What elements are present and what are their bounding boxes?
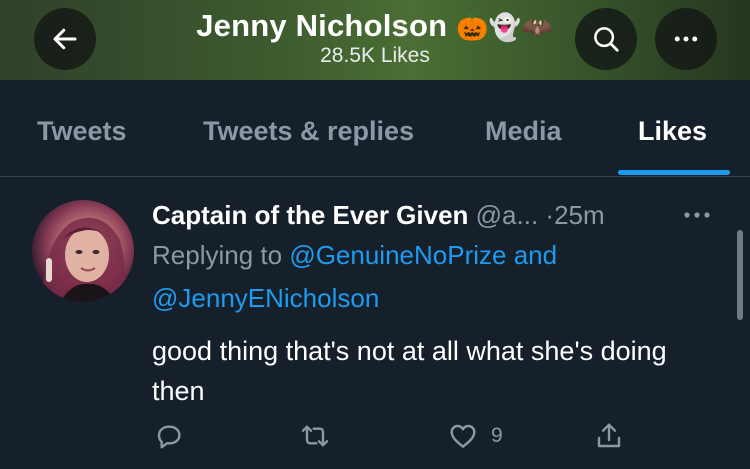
- tweet[interactable]: Captain of the Ever Given @a... ·25m Rep…: [0, 178, 750, 469]
- tab-likes[interactable]: Likes: [638, 116, 707, 147]
- profile-header: Jenny Nicholson 🎃👻🦇 28.5K Likes: [0, 0, 750, 80]
- likes-count: 28.5K Likes: [320, 44, 430, 67]
- meta-separator: ·: [545, 200, 555, 230]
- page-title: Jenny Nicholson 🎃👻🦇: [120, 8, 630, 44]
- more-button[interactable]: [655, 8, 717, 70]
- replying-and: and: [513, 240, 558, 270]
- profile-tabs: Tweets Tweets & replies Media Likes: [0, 80, 750, 177]
- reply-button[interactable]: [153, 420, 185, 452]
- like-count: 9: [491, 424, 503, 447]
- tab-tweets-replies[interactable]: Tweets & replies: [203, 116, 414, 147]
- reply-icon: [157, 425, 181, 449]
- tweet-text: good thing that's not at all what she's …: [152, 336, 667, 406]
- search-button[interactable]: [575, 8, 637, 70]
- active-tab-indicator: [618, 170, 730, 175]
- author-name[interactable]: Captain of the Ever Given: [152, 200, 468, 230]
- tweet-more-button[interactable]: [682, 208, 712, 227]
- profile-name: Jenny Nicholson: [196, 8, 448, 43]
- replying-to: Replying to @GenuineNoPrize and: [152, 240, 557, 271]
- retweet-button[interactable]: [298, 420, 332, 452]
- avatar-portrait: [42, 217, 126, 302]
- back-button[interactable]: [34, 8, 96, 70]
- like-button[interactable]: 9: [447, 420, 503, 452]
- search-icon: [594, 27, 619, 52]
- tab-media[interactable]: Media: [485, 116, 562, 147]
- retweet-icon: [301, 425, 329, 447]
- mention-link[interactable]: @GenuineNoPrize: [289, 240, 506, 270]
- avatar[interactable]: [32, 200, 134, 302]
- tweet-header: Captain of the Ever Given @a... ·25m: [152, 200, 605, 231]
- tab-tweets[interactable]: Tweets: [37, 116, 127, 147]
- mention-link[interactable]: @JennyENicholson: [152, 283, 379, 314]
- share-icon: [597, 423, 621, 448]
- replying-prefix: Replying to: [152, 240, 283, 270]
- heart-icon: [450, 424, 476, 448]
- share-button[interactable]: [593, 420, 625, 452]
- more-horizontal-icon: [674, 36, 698, 42]
- arrow-left-icon: [53, 28, 77, 50]
- more-horizontal-icon: [684, 212, 710, 218]
- tweet-timestamp[interactable]: 25m: [554, 200, 605, 230]
- scrollbar[interactable]: [737, 230, 743, 320]
- author-handle[interactable]: @a...: [476, 200, 539, 230]
- title-emojis: 🎃👻🦇: [456, 12, 554, 42]
